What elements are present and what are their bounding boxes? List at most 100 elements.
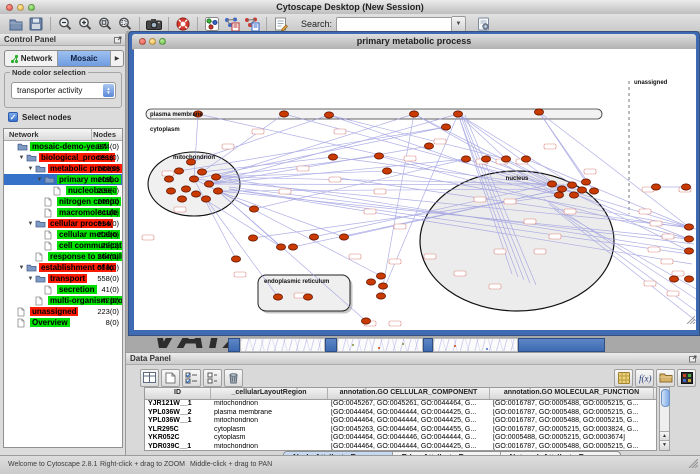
column-header-molecular[interactable]: annotation.GO MOLECULAR_FUNCTION [490, 388, 654, 399]
network-node[interactable] [303, 294, 312, 300]
network-node[interactable] [589, 188, 598, 194]
network-node[interactable] [684, 248, 693, 254]
tree-row-unassigned[interactable]: unassigned223(0) [4, 306, 122, 317]
network-node[interactable] [164, 176, 173, 182]
tree-row-multi-organism-pro[interactable]: multi-organism pro42(0) [4, 295, 122, 306]
network-node[interactable] [382, 168, 391, 174]
table-row-YJR121W__1[interactable]: YJR121W__1mitochondrion[GO:0045267, GO:0… [145, 400, 656, 409]
network-node[interactable] [684, 224, 693, 230]
open-icon[interactable] [6, 15, 26, 33]
network-node[interactable] [461, 156, 470, 162]
zoom-fit-icon[interactable] [95, 15, 115, 33]
disclosure-triangle-icon[interactable]: ▼ [26, 166, 35, 172]
network-node[interactable] [339, 234, 348, 240]
table-scrollbar[interactable]: ▲ ▼ [659, 387, 670, 451]
network-node[interactable] [547, 181, 556, 187]
heatmap-view-icon[interactable] [677, 369, 696, 387]
network-node[interactable] [273, 294, 282, 300]
search-dropdown-arrow[interactable]: ▼ [452, 16, 466, 33]
network-node[interactable] [481, 156, 490, 162]
network-node[interactable] [651, 184, 660, 190]
network-node[interactable] [174, 168, 183, 174]
tree-row-secretion[interactable]: secretion41(0) [4, 284, 122, 295]
network-node[interactable] [569, 192, 578, 198]
tabs-overflow-arrow[interactable]: ▶ [111, 51, 123, 66]
network-node[interactable] [374, 153, 383, 159]
network-node[interactable] [366, 279, 375, 285]
network-node[interactable] [197, 169, 206, 175]
network-node[interactable] [424, 143, 433, 149]
disclosure-triangle-icon[interactable]: ▼ [17, 155, 26, 161]
tree-row-nucleobase-[interactable]: nucleobase-209(0) [4, 185, 122, 196]
formula-builder-icon[interactable]: f(x) [635, 369, 654, 387]
network-node[interactable] [204, 181, 213, 187]
network-node[interactable] [557, 186, 566, 192]
tree-row-cellular-process[interactable]: ▼cellular process614(0) [4, 218, 122, 229]
network-node[interactable] [191, 191, 200, 197]
network-node[interactable] [567, 182, 576, 188]
network-node[interactable] [211, 174, 220, 180]
zoom-in-icon[interactable] [75, 15, 95, 33]
network-node[interactable] [249, 206, 258, 212]
table-row-YLR295C[interactable]: YLR295Ccytoplasm[GO:0045263, GO:0044464,… [145, 426, 656, 435]
scrollbar-thumb[interactable] [661, 389, 670, 407]
column-header-id[interactable]: ID [145, 388, 211, 399]
tree-column-nodes[interactable]: Nodes [93, 129, 116, 140]
network-canvas[interactable]: plasma membranecytoplasmmitochondrionnuc… [134, 49, 696, 330]
tree-row-cellular-metabo[interactable]: cellular metabo209(0) [4, 229, 122, 240]
disclosure-triangle-icon[interactable]: ▼ [26, 221, 35, 227]
delete-attribute-icon[interactable] [224, 369, 243, 387]
network-node[interactable] [213, 188, 222, 194]
network-node[interactable] [181, 186, 190, 192]
network-node[interactable] [681, 184, 690, 190]
network-node[interactable] [276, 244, 285, 250]
new-attribute-icon[interactable] [161, 369, 180, 387]
float-panel-icon[interactable] [114, 36, 122, 48]
tree-row-response-to-stimulu[interactable]: response to stimulu264(0) [4, 251, 122, 262]
resize-grip[interactable] [685, 311, 695, 329]
matrix-view-icon[interactable] [614, 369, 633, 387]
tree-row-transport[interactable]: ▼transport558(0) [4, 273, 122, 284]
network-node[interactable] [441, 124, 450, 130]
column-header-region[interactable]: _cellularLayoutRegion [211, 388, 328, 399]
network-node[interactable] [328, 154, 337, 160]
network-node[interactable] [309, 234, 318, 240]
unselect-attributes-icon[interactable] [203, 369, 222, 387]
save-icon[interactable] [26, 15, 46, 33]
tree-row-nitrogen-compo[interactable]: nitrogen compo209(0) [4, 196, 122, 207]
network-node[interactable] [231, 256, 240, 262]
network-node[interactable] [453, 111, 462, 117]
network-node[interactable] [288, 244, 297, 250]
float-panel-icon[interactable] [689, 355, 697, 367]
network-node[interactable] [669, 276, 678, 282]
network-node[interactable] [534, 109, 543, 115]
tree-row-mosaic-demo-yeast[interactable]: mosaic-demo-yeast874(0) [4, 141, 122, 152]
network-node[interactable] [177, 196, 186, 202]
network-node[interactable] [324, 112, 333, 118]
network-node[interactable] [279, 111, 288, 117]
network-node[interactable] [521, 156, 530, 162]
tree-row-cell-communicat[interactable]: cell communicat22(0) [4, 240, 122, 251]
tree-row-biological-process[interactable]: ▼biological_process651(0) [4, 152, 122, 163]
column-header-cellular[interactable]: annotation.GO CELLULAR_COMPONENT [328, 388, 490, 399]
select-nodes-checkbox[interactable]: ✓ [8, 112, 18, 122]
table-row-YPL036W__2[interactable]: YPL036W__2plasma membrane[GO:0044464, GO… [145, 409, 656, 418]
table-row-YPL036W__1[interactable]: YPL036W__1mitochondrion[GO:0044464, GO:0… [145, 417, 656, 426]
network-node[interactable] [376, 293, 385, 299]
tab-network[interactable]: Network [5, 51, 58, 66]
scroll-down-arrow[interactable]: ▼ [660, 440, 669, 450]
network-node[interactable] [501, 156, 510, 162]
network-node[interactable] [361, 318, 370, 324]
network-node[interactable] [378, 283, 387, 289]
select-attributes-icon[interactable] [182, 369, 201, 387]
network-node[interactable] [577, 187, 586, 193]
network-node[interactable] [684, 276, 693, 282]
tree-row-overview[interactable]: Overview8(0) [4, 317, 122, 328]
tree-row-primary-metabo[interactable]: ▼primary metabo209(... [4, 174, 122, 185]
attribute-grid-icon[interactable] [140, 369, 159, 387]
tree-row-macromolecule[interactable]: macromolecule311(0) [4, 207, 122, 218]
network-node[interactable] [166, 188, 175, 194]
disclosure-triangle-icon[interactable]: ▼ [35, 177, 44, 183]
network-node[interactable] [201, 196, 210, 202]
network-node[interactable] [554, 192, 563, 198]
